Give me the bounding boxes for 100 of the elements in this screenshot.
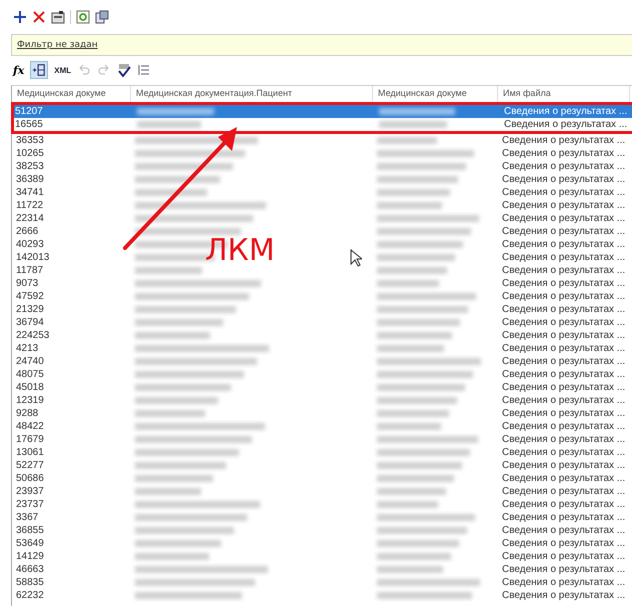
table-cell[interactable]: 9073 (12, 277, 131, 290)
table-cell: Сведения о результатах ... (502, 524, 626, 537)
blurred-text (377, 345, 444, 352)
table-cell[interactable]: 62232 (12, 589, 131, 602)
table-cell: Сведения о результатах ... (502, 485, 626, 498)
blurred-text (377, 501, 438, 508)
table-cell[interactable]: 13061 (12, 446, 131, 459)
table-cell: Сведения о результатах ... (502, 472, 626, 485)
table-cell[interactable]: 11722 (12, 199, 131, 212)
table-cell[interactable]: 2666 (12, 225, 131, 238)
table-cell: Сведения о результатах ... (502, 446, 626, 459)
table-cell: Сведения о результатах ... (502, 420, 626, 433)
table-cell: Сведения о результатах ... (502, 550, 626, 563)
column-header[interactable]: Медицинская документация.Пациент (131, 86, 373, 102)
table-cell[interactable]: 16565 (14, 118, 133, 131)
table-cell[interactable]: 23937 (12, 485, 131, 498)
table-cell: Сведения о результатах ... (502, 563, 626, 576)
table-cell: Сведения о результатах ... (502, 498, 626, 511)
table-cell[interactable]: 48422 (12, 420, 131, 433)
table-cell: Сведения о результатах ... (502, 342, 626, 355)
delete-icon[interactable] (32, 10, 46, 24)
add-icon[interactable] (13, 10, 27, 24)
table-cell[interactable]: 46663 (12, 563, 131, 576)
table-cell[interactable]: 224253 (12, 329, 131, 342)
table-cell: Сведения о результатах ... (502, 589, 626, 602)
table-cell[interactable]: 36353 (12, 134, 131, 147)
table-cell[interactable]: 48075 (12, 368, 131, 381)
blurred-text (135, 410, 206, 417)
table-cell[interactable]: 3367 (12, 511, 131, 524)
table-cell[interactable]: 11787 (12, 264, 131, 277)
annotation-label: ЛКМ (205, 233, 275, 268)
table-cell[interactable]: 58835 (12, 576, 131, 589)
table-cell: Сведения о результатах ... (502, 199, 626, 212)
spellcheck-icon[interactable] (117, 63, 132, 77)
table-cell: Сведения о результатах ... (502, 251, 626, 264)
blurred-text (377, 410, 449, 417)
blurred-text (377, 566, 443, 573)
filter-link[interactable]: Фильтр не задан (17, 40, 98, 50)
blurred-text (377, 280, 439, 287)
table-cell[interactable]: 142013 (12, 251, 131, 264)
blurred-text (377, 488, 446, 495)
table-cell: Сведения о результатах ... (502, 537, 626, 550)
formula-button[interactable]: fx (13, 64, 24, 76)
blurred-text (379, 121, 447, 128)
table-cell[interactable]: 52277 (12, 459, 131, 472)
table-cell: Сведения о результатах ... (502, 511, 626, 524)
table-cell: Сведения о результатах ... (502, 433, 626, 446)
table-cell[interactable]: 23737 (12, 498, 131, 511)
table-cell: Сведения о результатах ... (504, 105, 628, 118)
copy-icon[interactable] (95, 10, 109, 24)
table-cell: Сведения о результатах ... (502, 134, 626, 147)
table-cell[interactable]: 40293 (12, 238, 131, 251)
table-cell: Сведения о результатах ... (502, 160, 626, 173)
table-cell[interactable]: 24740 (12, 355, 131, 368)
xml-button[interactable]: XML (54, 66, 72, 74)
table-cell[interactable]: 34741 (12, 186, 131, 199)
table-cell[interactable]: 45018 (12, 381, 131, 394)
table-cell: Сведения о результатах ... (502, 186, 626, 199)
table-cell: Сведения о результатах ... (502, 329, 626, 342)
table-cell: Сведения о результатах ... (502, 576, 626, 589)
table-cell[interactable]: 47592 (12, 290, 131, 303)
blurred-text (137, 121, 201, 128)
table-cell[interactable]: 17679 (12, 433, 131, 446)
table-cell: Сведения о результатах ... (502, 264, 626, 277)
table-cell: Сведения о результатах ... (502, 212, 626, 225)
table-cell: Сведения о результатах ... (502, 368, 626, 381)
table-cell[interactable]: 53649 (12, 537, 131, 550)
table-cell: Сведения о результатах ... (504, 118, 628, 131)
blurred-text (377, 202, 442, 209)
blurred-text (377, 423, 441, 430)
blurred-text (135, 189, 207, 196)
list-icon[interactable] (137, 63, 152, 77)
table-cell: Сведения о результатах ... (502, 459, 626, 472)
table-cell[interactable]: 22314 (12, 212, 131, 225)
table-cell[interactable]: 36389 (12, 173, 131, 186)
blurred-text (377, 137, 437, 144)
table-cell: Сведения о результатах ... (502, 147, 626, 160)
table-cell[interactable]: 10265 (12, 147, 131, 160)
table-cell[interactable]: 4213 (12, 342, 131, 355)
table-cell: Сведения о результатах ... (502, 225, 626, 238)
table-cell: Сведения о результатах ... (502, 394, 626, 407)
table-cell: Сведения о результатах ... (502, 381, 626, 394)
table-cell[interactable]: 9288 (12, 407, 131, 420)
table-cell[interactable]: 12319 (12, 394, 131, 407)
table-cell: Сведения о результатах ... (502, 277, 626, 290)
mouse-cursor-icon (350, 249, 362, 267)
column-header[interactable]: Медицинская докуме (12, 86, 131, 102)
table-cell[interactable]: 21329 (12, 303, 131, 316)
table-cell[interactable]: 51207 (14, 105, 133, 118)
refresh-icon[interactable] (76, 10, 90, 24)
column-header[interactable]: Медицинская докуме (373, 86, 498, 102)
properties-icon[interactable] (51, 10, 65, 24)
table-cell[interactable]: 50686 (12, 472, 131, 485)
table-cell: Сведения о результатах ... (502, 238, 626, 251)
column-header[interactable]: Имя файла (498, 86, 630, 102)
table-cell[interactable]: 36794 (12, 316, 131, 329)
table-cell[interactable]: 36855 (12, 524, 131, 537)
table-cell[interactable]: 14129 (12, 550, 131, 563)
table-cell[interactable]: 38253 (12, 160, 131, 173)
columns-icon[interactable] (30, 61, 48, 79)
